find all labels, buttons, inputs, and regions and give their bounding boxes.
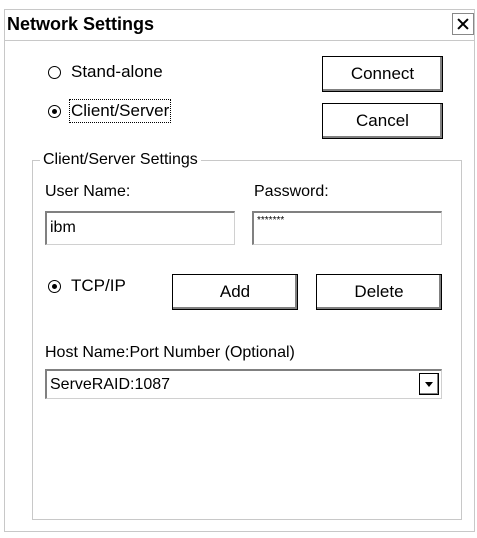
close-icon[interactable] <box>452 13 474 35</box>
host-value: ServeRAID:1087 <box>50 376 171 393</box>
cancel-button[interactable]: Cancel <box>322 103 443 139</box>
username-value: ibm <box>50 219 76 236</box>
group-legend: Client/Server Settings <box>40 151 201 169</box>
host-combobox[interactable]: ServeRAID:1087 <box>45 369 442 399</box>
delete-button[interactable]: Delete <box>316 274 442 310</box>
username-label: User Name: <box>45 183 131 200</box>
radio-icon <box>48 65 61 79</box>
password-label: Password: <box>254 183 329 200</box>
clientserver-radio[interactable]: Client/Server <box>48 99 172 123</box>
tcpip-radio[interactable]: TCP/IP <box>48 276 126 296</box>
standalone-label: Stand-alone <box>71 62 163 81</box>
username-field[interactable]: ibm <box>45 211 235 245</box>
title-bar: Network Settings <box>5 10 474 41</box>
standalone-radio[interactable]: Stand-alone <box>48 62 163 82</box>
password-field[interactable]: ******* <box>252 211 442 245</box>
host-label: Host Name:Port Number (Optional) <box>45 344 295 361</box>
add-button[interactable]: Add <box>172 274 298 310</box>
radio-icon <box>48 104 61 118</box>
password-value: ******* <box>257 215 285 226</box>
connect-button[interactable]: Connect <box>322 56 443 92</box>
radio-icon <box>48 279 61 293</box>
clientserver-label: Client/Server <box>68 99 172 123</box>
window-title: Network Settings <box>7 14 155 34</box>
chevron-down-icon[interactable] <box>419 373 439 395</box>
tcpip-label: TCP/IP <box>71 276 126 295</box>
